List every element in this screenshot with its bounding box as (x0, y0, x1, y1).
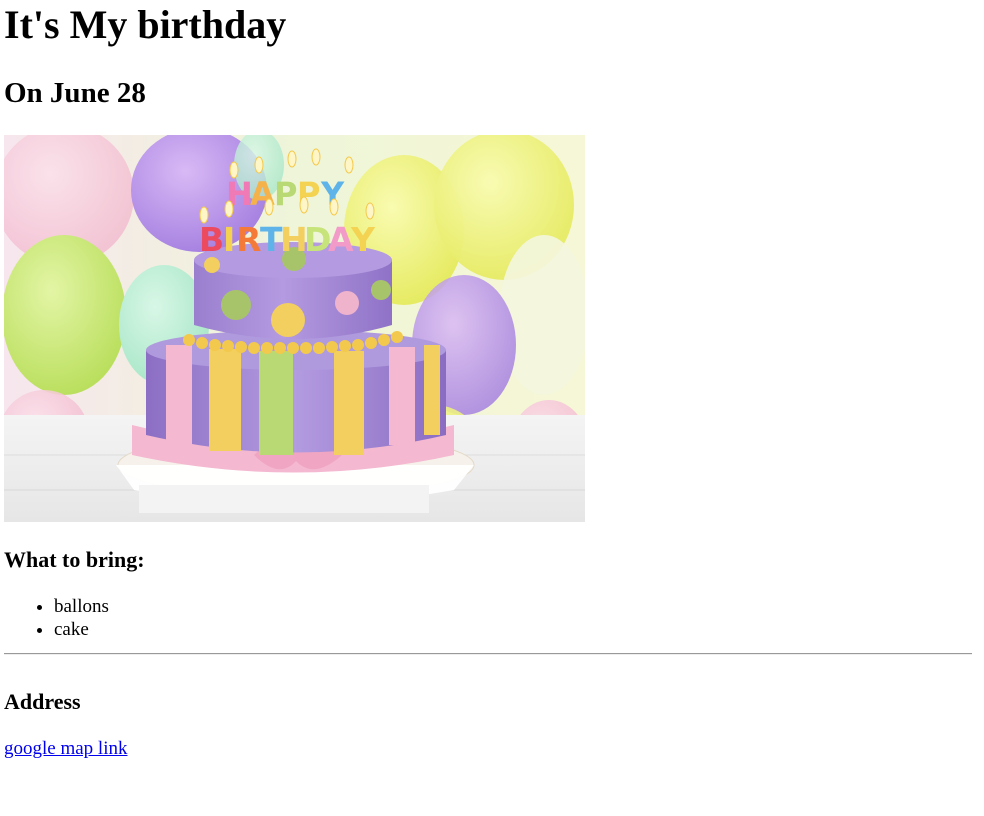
page-title: It's My birthday (4, 2, 287, 47)
svg-text:R: R (236, 220, 261, 259)
svg-text:I: I (223, 220, 235, 259)
list-item: ballons (54, 595, 109, 618)
svg-text:B: B (199, 220, 224, 259)
what-to-bring-heading: What to bring: (4, 547, 145, 572)
google-map-link[interactable]: google map link (4, 737, 127, 761)
divider (4, 653, 972, 655)
svg-text:Y: Y (350, 220, 376, 259)
birthday-cake-image: H A P P Y B I R T H D A Y (4, 135, 585, 522)
svg-text:P: P (274, 175, 297, 213)
bring-list: ballons cake (4, 595, 109, 641)
address-heading: Address (4, 689, 81, 714)
page-subtitle: On June 28 (4, 77, 146, 109)
list-item: cake (54, 618, 109, 641)
